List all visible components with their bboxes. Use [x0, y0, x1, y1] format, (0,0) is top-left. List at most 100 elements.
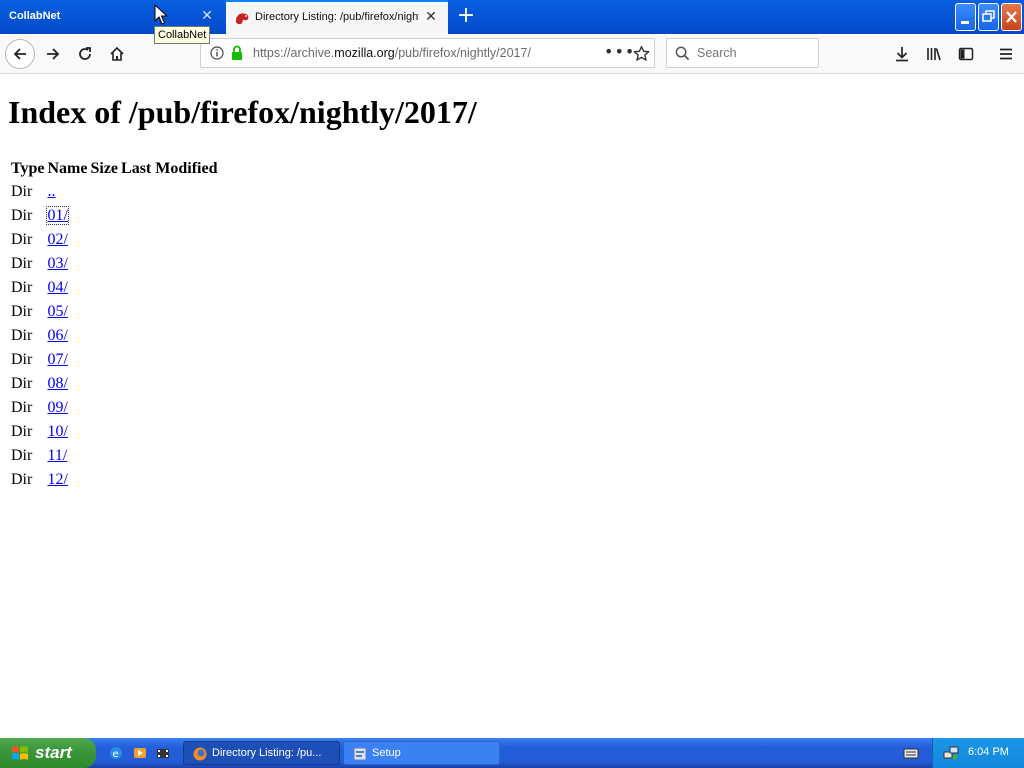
svg-text:e: e: [113, 749, 119, 760]
lock-icon[interactable]: [230, 45, 244, 61]
table-row: Dir..: [11, 182, 217, 202]
directory-link[interactable]: 12/: [47, 471, 67, 488]
library-icon: [927, 48, 941, 61]
column-header-name: Name: [47, 160, 88, 177]
start-label: start: [35, 743, 72, 762]
directory-link[interactable]: 05/: [47, 303, 67, 320]
taskbar-item-setup[interactable]: Setup: [343, 741, 500, 765]
table-row: Dir 08/: [11, 374, 217, 394]
download-icon: [896, 47, 908, 62]
row-type: Dir: [11, 471, 33, 488]
table-row: Dir 11/: [11, 446, 217, 466]
media-player-icon[interactable]: [132, 745, 148, 761]
page-actions-icon[interactable]: •••: [604, 42, 635, 61]
bookmark-star-icon[interactable]: [633, 45, 650, 62]
search-icon: [675, 46, 690, 61]
back-arrow-icon: [13, 48, 26, 60]
url-scheme: https://archive.: [253, 46, 335, 60]
forward-button[interactable]: [38, 39, 68, 69]
close-window-button[interactable]: [1001, 3, 1022, 31]
row-type: Dir: [11, 183, 33, 200]
close-tab-icon[interactable]: ✕: [200, 8, 214, 24]
keyboard-icon[interactable]: [903, 746, 919, 760]
table-header-row: Type Name Size Last Modified: [11, 160, 217, 178]
url-path: /pub/firefox/nightly/2017/: [394, 46, 531, 60]
sidebar-button[interactable]: [951, 39, 981, 69]
url-bar[interactable]: https://archive.mozilla.org/pub/firefox/…: [200, 38, 655, 68]
row-type: Dir: [11, 303, 33, 320]
table-row: Dir 09/: [11, 398, 217, 418]
taskbar-item-firefox[interactable]: Directory Listing: /pu...: [183, 741, 340, 765]
table-row: Dir 07/: [11, 350, 217, 370]
table-row: Dir 03/: [11, 254, 217, 274]
page-content: Index of /pub/firefox/nightly/2017/ Type…: [0, 74, 1024, 738]
tab-label: CollabNet: [9, 10, 61, 22]
info-icon[interactable]: [210, 46, 224, 60]
column-header-size: Size: [90, 160, 119, 177]
tab-directory-listing[interactable]: Directory Listing: /pub/firefox/nightly …: [226, 0, 448, 34]
windows-taskbar: start e Directory Listing: /pu... Setup …: [0, 738, 1024, 768]
tab-tooltip: CollabNet: [154, 26, 211, 44]
directory-link[interactable]: 10/: [47, 423, 67, 440]
row-type: Dir: [11, 447, 33, 464]
directory-link[interactable]: 01/: [46, 206, 69, 225]
row-type: Dir: [11, 279, 33, 296]
page-title: Index of /pub/firefox/nightly/2017/: [8, 94, 477, 130]
row-type: Dir: [11, 231, 33, 248]
table-row: Dir 04/: [11, 278, 217, 298]
search-input[interactable]: [695, 45, 814, 61]
directory-link[interactable]: 04/: [47, 279, 67, 296]
table-row: Dir 12/: [11, 470, 217, 490]
row-type: Dir: [11, 351, 33, 368]
restore-icon: [982, 10, 995, 22]
network-icon[interactable]: [943, 745, 959, 761]
setup-window-icon: [353, 747, 367, 761]
close-tab-icon[interactable]: ✕: [424, 9, 438, 25]
url-domain: mozilla.org: [334, 46, 395, 60]
movie-maker-icon[interactable]: [155, 745, 171, 761]
firefox-window-icon: [193, 747, 207, 761]
back-button[interactable]: [5, 39, 35, 69]
table-row: Dir 05/: [11, 302, 217, 322]
reload-icon: [79, 47, 91, 60]
taskbar-item-label: Directory Listing: /pu...: [212, 747, 322, 759]
system-clock[interactable]: 6:04 PM: [968, 746, 1009, 758]
search-box[interactable]: [666, 38, 819, 68]
directory-link[interactable]: 11/: [47, 447, 67, 464]
tab-label: Directory Listing: /pub/firefox/nightly: [255, 11, 419, 23]
table-row: Dir 10/: [11, 422, 217, 442]
directory-listing-table: Type Name Size Last Modified Dir.. Dir 01…: [8, 156, 220, 494]
directory-link[interactable]: 08/: [47, 375, 67, 392]
row-type: Dir: [11, 327, 33, 344]
directory-link[interactable]: 02/: [47, 231, 67, 248]
forward-arrow-icon: [47, 48, 60, 60]
parent-directory-link[interactable]: ..: [47, 183, 55, 200]
row-type: Dir: [11, 207, 33, 224]
hamburger-menu-icon: [1000, 48, 1012, 60]
internet-explorer-icon[interactable]: e: [108, 745, 124, 761]
directory-link[interactable]: 09/: [47, 399, 67, 416]
mouse-cursor-icon: [154, 4, 168, 25]
directory-link[interactable]: 03/: [47, 255, 67, 272]
home-button[interactable]: [102, 39, 132, 69]
taskbar-item-label: Setup: [372, 747, 401, 759]
reload-button[interactable]: [70, 39, 100, 69]
minimize-icon: [961, 21, 969, 24]
system-tray: 6:04 PM: [932, 738, 1024, 768]
table-row: Dir 02/: [11, 230, 217, 250]
start-button[interactable]: start: [0, 738, 96, 768]
directory-link[interactable]: 07/: [47, 351, 67, 368]
column-header-last-modified: Last Modified: [121, 160, 218, 177]
row-type: Dir: [11, 423, 33, 440]
table-row: Dir 01/: [11, 206, 217, 226]
table-row: Dir 06/: [11, 326, 217, 346]
close-icon: [1006, 11, 1017, 23]
library-button[interactable]: [919, 39, 949, 69]
new-tab-button[interactable]: +: [456, 4, 476, 28]
restore-button[interactable]: [978, 3, 999, 31]
directory-link[interactable]: 06/: [47, 327, 67, 344]
url-text[interactable]: https://archive.mozilla.org/pub/firefox/…: [253, 46, 531, 60]
menu-button[interactable]: [991, 39, 1021, 69]
minimize-button[interactable]: [955, 3, 976, 31]
downloads-button[interactable]: [887, 39, 917, 69]
